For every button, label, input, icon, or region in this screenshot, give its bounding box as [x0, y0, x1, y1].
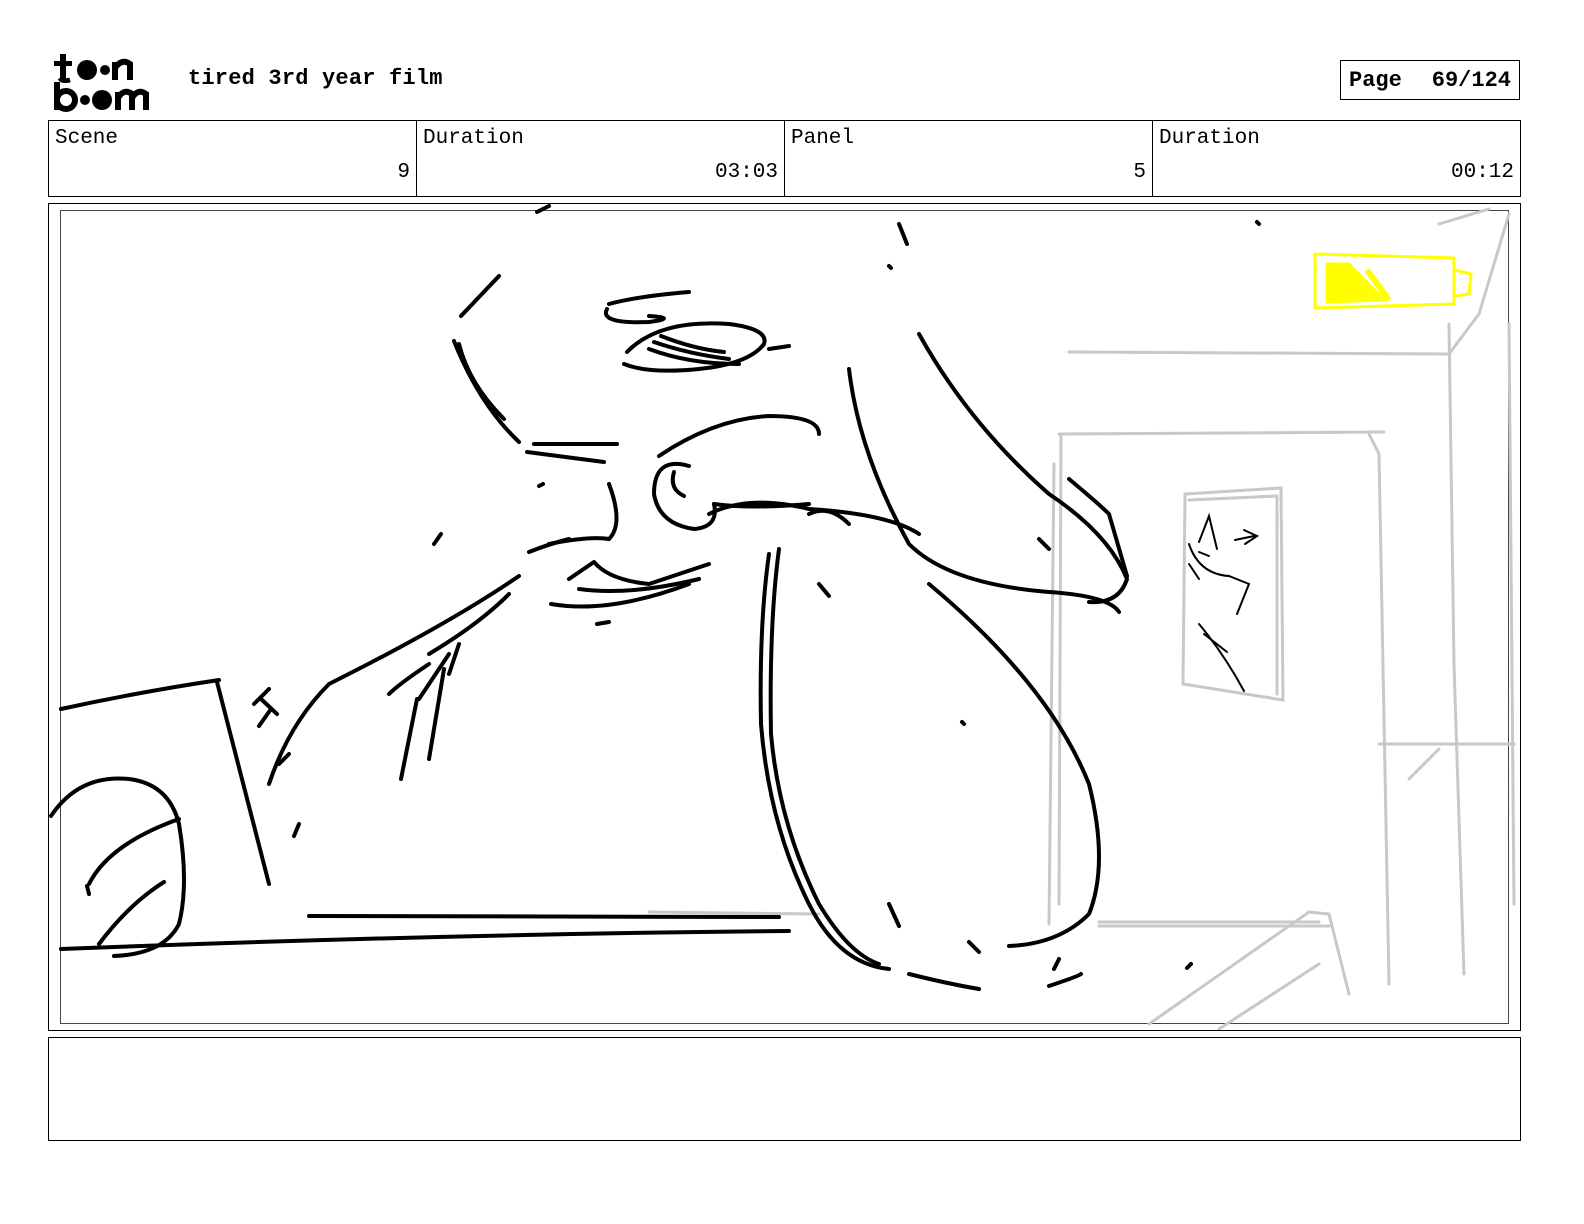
storyboard-panel: [48, 203, 1521, 1031]
scene-label: Scene: [55, 127, 119, 150]
project-title: tired 3rd year film: [188, 66, 443, 91]
panel-label: Panel: [791, 127, 855, 150]
page-number: 69/124: [1431, 67, 1511, 93]
framed-character-sketch: [1188, 512, 1260, 692]
toon-boom-logo-mark: [54, 54, 149, 112]
character-sketch: [49, 204, 1261, 991]
panel-cell: Panel 5: [785, 121, 1153, 196]
page-label: Page: [1349, 67, 1402, 93]
panel-duration-cell: Duration 00:12: [1153, 121, 1520, 196]
toon-boom-logo: [50, 50, 168, 114]
scene-duration-value: 03:03: [714, 161, 778, 184]
panel-duration-label: Duration: [1159, 127, 1260, 150]
scene-duration-cell: Duration 03:03: [417, 121, 785, 196]
scene-value: 9: [397, 161, 410, 184]
battery-highlight: [1313, 252, 1473, 310]
panel-info-table: Scene 9 Duration 03:03 Panel 5 Duration …: [48, 120, 1521, 197]
background-sketch: [647, 207, 1516, 1030]
panel-value: 5: [1133, 161, 1146, 184]
page-indicator: Page 69/124: [1340, 60, 1520, 100]
panel-sketch: [49, 204, 1516, 1030]
scene-cell: Scene 9: [49, 121, 417, 196]
panel-notes-box[interactable]: [48, 1037, 1521, 1141]
scene-duration-label: Duration: [423, 127, 524, 150]
panel-duration-value: 00:12: [1450, 161, 1514, 184]
